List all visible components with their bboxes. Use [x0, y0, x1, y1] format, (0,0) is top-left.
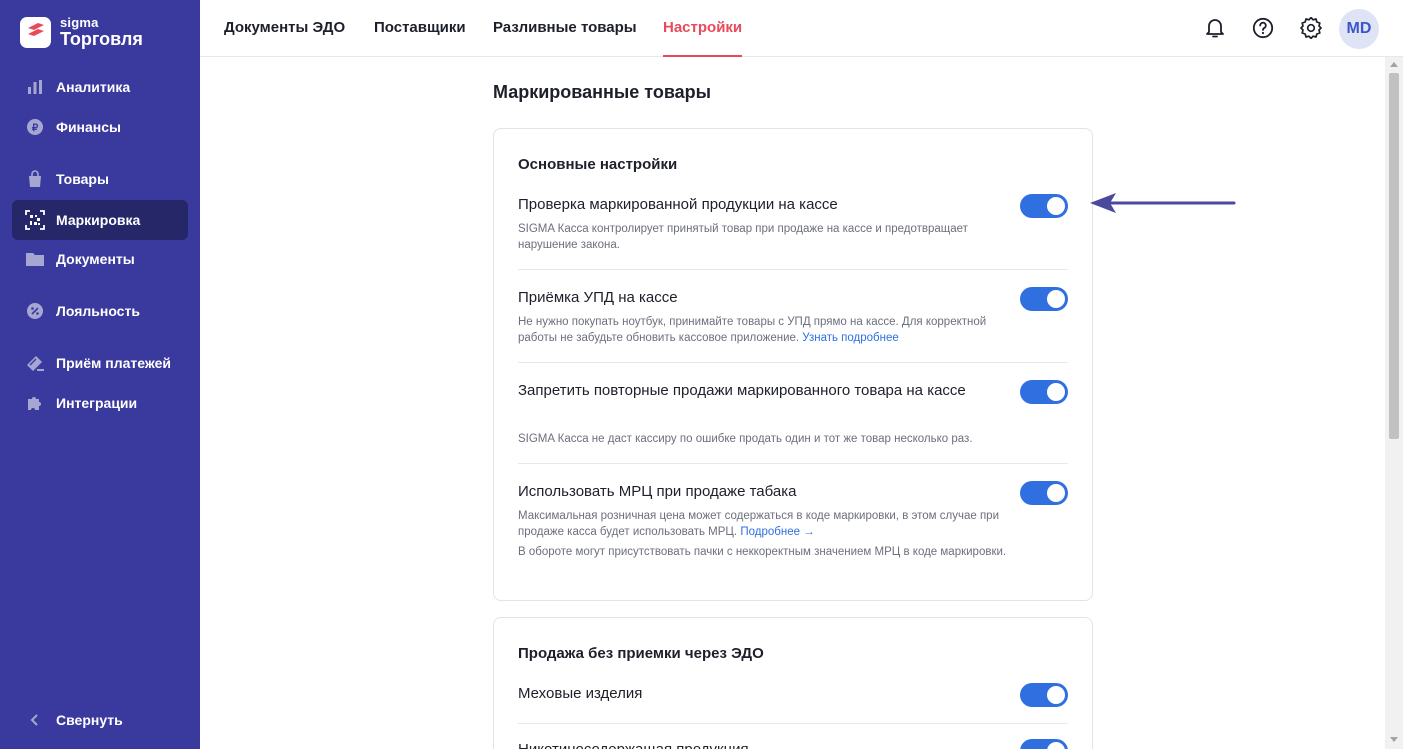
toggle-nicotine-products[interactable] — [1020, 739, 1068, 749]
sidebar-item-label: Приём платежей — [56, 355, 171, 371]
sidebar-item-label: Лояльность — [56, 303, 140, 319]
shopping-bag-icon — [25, 169, 45, 189]
tab-suppliers[interactable]: Поставщики — [374, 0, 466, 57]
setting-description: Максимальная розничная цена может содерж… — [518, 510, 1000, 538]
brand-name: Торговля — [60, 29, 143, 49]
setting-note: В обороте могут присутствовать пачки с н… — [518, 546, 1007, 558]
tab-settings[interactable]: Настройки — [663, 0, 743, 57]
svg-text:₽: ₽ — [32, 123, 39, 134]
puzzle-icon — [25, 393, 45, 413]
setting-title: Запретить повторные продажи маркированно… — [518, 382, 966, 399]
more-details-link[interactable]: Подробнее → — [740, 526, 814, 538]
page-scrollbar[interactable] — [1385, 57, 1403, 749]
sidebar-collapse-button[interactable]: Свернуть — [12, 700, 188, 740]
bell-icon[interactable] — [1203, 16, 1227, 40]
sidebar-item-label: Финансы — [56, 119, 121, 135]
discount-badge-icon — [25, 301, 45, 321]
setting-title: Использовать МРЦ при продаже табака — [518, 483, 797, 500]
scroll-up-arrow-icon[interactable] — [1390, 62, 1398, 67]
toggle-prohibit-repeat-sales[interactable] — [1020, 380, 1068, 404]
card-title: Основные настройки — [518, 156, 678, 173]
bar-chart-icon — [25, 77, 45, 97]
top-navigation: Документы ЭДО Поставщики Разливные товар… — [200, 0, 1403, 57]
help-icon[interactable] — [1251, 16, 1275, 40]
annotation-arrow-icon — [1090, 193, 1236, 213]
folder-icon — [25, 249, 45, 269]
setting-title: Приёмка УПД на кассе — [518, 289, 678, 306]
tab-edo-documents[interactable]: Документы ЭДО — [224, 0, 345, 57]
toggle-upd-acceptance[interactable] — [1020, 287, 1068, 311]
sidebar-item-label: Товары — [56, 171, 109, 187]
card-title: Продажа без приемки через ЭДО — [518, 645, 764, 662]
learn-more-link[interactable]: Узнать подробнее — [802, 332, 898, 344]
sidebar: sigma Торговля Аналитика ₽ Финансы Товар… — [0, 0, 200, 749]
sidebar-item-label: Интеграции — [56, 395, 138, 411]
sidebar-item-documents[interactable]: Документы — [12, 239, 188, 279]
sidebar-item-label: Документы — [56, 251, 135, 267]
sidebar-item-integrations[interactable]: Интеграции — [12, 383, 188, 423]
toggle-fur-products[interactable] — [1020, 683, 1068, 707]
scroll-thumb[interactable] — [1389, 73, 1399, 439]
toggle-marking-check[interactable] — [1020, 194, 1068, 218]
setting-description: SIGMA Касса контролирует принятый товар … — [518, 223, 968, 251]
user-avatar[interactable]: MD — [1339, 9, 1379, 49]
chevron-left-icon — [25, 710, 45, 730]
sidebar-item-finance[interactable]: ₽ Финансы — [12, 107, 188, 147]
tab-draft-goods[interactable]: Разливные товары — [493, 0, 637, 57]
toggle-use-mrc-tobacco[interactable] — [1020, 481, 1068, 505]
card-payment-icon — [25, 353, 45, 373]
divider — [518, 362, 1068, 363]
setting-title: Никотиносодержащая продукция — [518, 738, 998, 749]
scroll-down-arrow-icon[interactable] — [1390, 737, 1398, 742]
setting-description: SIGMA Касса не даст кассиру по ошибке пр… — [518, 433, 973, 445]
brand-small: sigma — [60, 15, 99, 30]
gear-icon[interactable] — [1299, 16, 1323, 40]
sale-without-edo-card: Продажа без приемки через ЭДО Меховые из… — [493, 617, 1093, 749]
sigma-logo-icon — [20, 16, 51, 48]
brand-logo[interactable]: sigma Торговля — [20, 16, 143, 48]
sidebar-item-label: Маркировка — [56, 212, 141, 228]
setting-description: Не нужно покупать ноутбук, принимайте то… — [518, 316, 987, 344]
sidebar-item-label: Аналитика — [56, 79, 131, 95]
sidebar-item-analytics[interactable]: Аналитика — [12, 67, 188, 107]
setting-title: Меховые изделия — [518, 685, 643, 702]
basic-settings-card: Основные настройки Проверка маркированно… — [493, 128, 1093, 601]
setting-title: Проверка маркированной продукции на касс… — [518, 196, 838, 213]
divider — [518, 723, 1068, 724]
ruble-coin-icon: ₽ — [25, 117, 45, 137]
sidebar-item-loyalty[interactable]: Лояльность — [12, 291, 188, 331]
sidebar-item-marking[interactable]: Маркировка — [12, 200, 188, 240]
datamatrix-scan-icon — [25, 210, 45, 230]
divider — [518, 463, 1068, 464]
collapse-label: Свернуть — [56, 712, 123, 728]
page-title: Маркированные товары — [493, 82, 712, 102]
sidebar-item-products[interactable]: Товары — [12, 159, 188, 199]
sidebar-item-payments[interactable]: Приём платежей — [12, 343, 188, 383]
divider — [518, 269, 1068, 270]
